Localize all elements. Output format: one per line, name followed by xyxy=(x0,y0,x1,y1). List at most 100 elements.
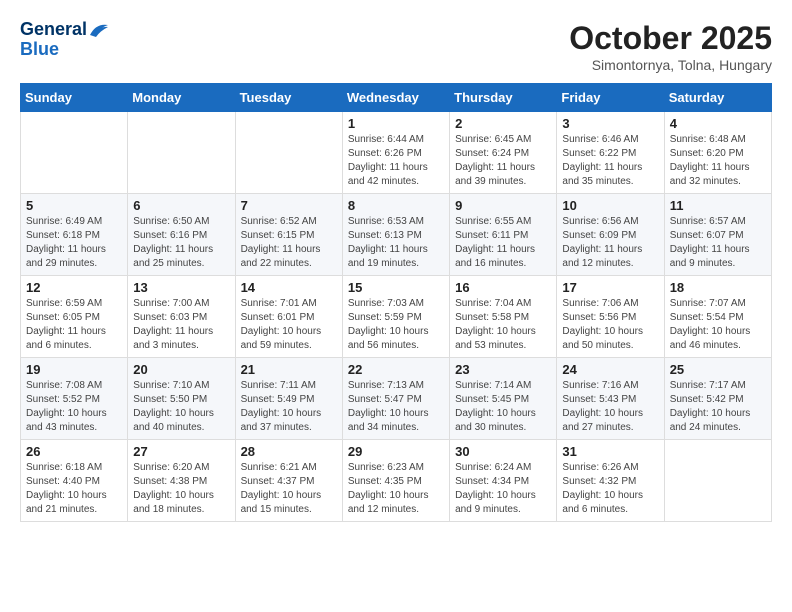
day-number: 9 xyxy=(455,198,551,213)
day-info: Sunrise: 6:26 AM Sunset: 4:32 PM Dayligh… xyxy=(562,461,658,517)
day-info: Sunrise: 7:10 AM Sunset: 5:50 PM Dayligh… xyxy=(133,379,229,435)
weekday-header-row: SundayMondayTuesdayWednesdayThursdayFrid… xyxy=(21,84,772,112)
day-info: Sunrise: 7:08 AM Sunset: 5:52 PM Dayligh… xyxy=(26,379,122,435)
day-cell: 27 Sunrise: 6:20 AM Sunset: 4:38 PM Dayli… xyxy=(128,440,235,522)
day-info: Sunrise: 7:03 AM Sunset: 5:59 PM Dayligh… xyxy=(348,297,444,353)
day-number: 29 xyxy=(348,444,444,459)
day-number: 4 xyxy=(670,116,766,131)
day-cell: 5 Sunrise: 6:49 AM Sunset: 6:18 PM Daylig… xyxy=(21,194,128,276)
week-row-4: 19 Sunrise: 7:08 AM Sunset: 5:52 PM Dayli… xyxy=(21,358,772,440)
day-info: Sunrise: 6:44 AM Sunset: 6:26 PM Dayligh… xyxy=(348,133,444,189)
day-cell: 19 Sunrise: 7:08 AM Sunset: 5:52 PM Dayli… xyxy=(21,358,128,440)
day-number: 17 xyxy=(562,280,658,295)
day-info: Sunrise: 6:53 AM Sunset: 6:13 PM Dayligh… xyxy=(348,215,444,271)
day-cell: 6Sunrise: 6:50 AM Sunset: 6:16 PM Daylig… xyxy=(128,194,235,276)
day-number: 28 xyxy=(241,444,337,459)
day-cell: 30 Sunrise: 6:24 AM Sunset: 4:34 PM Dayli… xyxy=(450,440,557,522)
day-number: 1 xyxy=(348,116,444,131)
day-info: Sunrise: 7:13 AM Sunset: 5:47 PM Dayligh… xyxy=(348,379,444,435)
day-info: Sunrise: 7:06 AM Sunset: 5:56 PM Dayligh… xyxy=(562,297,658,353)
day-number: 2 xyxy=(455,116,551,131)
day-number: 3 xyxy=(562,116,658,131)
day-number: 22 xyxy=(348,362,444,377)
weekday-header-sunday: Sunday xyxy=(21,84,128,112)
day-number: 16 xyxy=(455,280,551,295)
day-info: Sunrise: 7:16 AM Sunset: 5:43 PM Dayligh… xyxy=(562,379,658,435)
day-info: Sunrise: 6:52 AM Sunset: 6:15 PM Dayligh… xyxy=(241,215,337,271)
weekday-header-monday: Monday xyxy=(128,84,235,112)
day-cell: 18 Sunrise: 7:07 AM Sunset: 5:54 PM Dayli… xyxy=(664,276,771,358)
week-row-2: 5 Sunrise: 6:49 AM Sunset: 6:18 PM Daylig… xyxy=(21,194,772,276)
day-cell: 15 Sunrise: 7:03 AM Sunset: 5:59 PM Dayli… xyxy=(342,276,449,358)
day-cell: 24 Sunrise: 7:16 AM Sunset: 5:43 PM Dayli… xyxy=(557,358,664,440)
day-cell: 10Sunrise: 6:56 AM Sunset: 6:09 PM Dayli… xyxy=(557,194,664,276)
week-row-5: 26Sunrise: 6:18 AM Sunset: 4:40 PM Dayli… xyxy=(21,440,772,522)
title-block: October 2025 Simontornya, Tolna, Hungary xyxy=(569,20,772,73)
day-number: 8 xyxy=(348,198,444,213)
day-cell: 4 Sunrise: 6:48 AM Sunset: 6:20 PM Daylig… xyxy=(664,112,771,194)
weekday-header-saturday: Saturday xyxy=(664,84,771,112)
day-cell xyxy=(128,112,235,194)
location-text: Simontornya, Tolna, Hungary xyxy=(569,57,772,73)
day-info: Sunrise: 6:55 AM Sunset: 6:11 PM Dayligh… xyxy=(455,215,551,271)
logo: General Blue xyxy=(20,20,111,60)
day-number: 5 xyxy=(26,198,122,213)
day-info: Sunrise: 7:04 AM Sunset: 5:58 PM Dayligh… xyxy=(455,297,551,353)
day-number: 21 xyxy=(241,362,337,377)
day-cell: 20 Sunrise: 7:10 AM Sunset: 5:50 PM Dayli… xyxy=(128,358,235,440)
day-info: Sunrise: 7:17 AM Sunset: 5:42 PM Dayligh… xyxy=(670,379,766,435)
day-number: 13 xyxy=(133,280,229,295)
day-info: Sunrise: 7:01 AM Sunset: 6:01 PM Dayligh… xyxy=(241,297,337,353)
day-info: Sunrise: 7:11 AM Sunset: 5:49 PM Dayligh… xyxy=(241,379,337,435)
day-cell xyxy=(664,440,771,522)
day-cell: 22 Sunrise: 7:13 AM Sunset: 5:47 PM Dayli… xyxy=(342,358,449,440)
day-number: 31 xyxy=(562,444,658,459)
day-number: 18 xyxy=(670,280,766,295)
weekday-header-friday: Friday xyxy=(557,84,664,112)
page-header: General Blue October 2025 Simontornya, T… xyxy=(20,20,772,73)
day-number: 27 xyxy=(133,444,229,459)
day-cell xyxy=(21,112,128,194)
day-info: Sunrise: 6:56 AM Sunset: 6:09 PM Dayligh… xyxy=(562,215,658,271)
day-number: 11 xyxy=(670,198,766,213)
month-title: October 2025 xyxy=(569,20,772,57)
day-cell: 7Sunrise: 6:52 AM Sunset: 6:15 PM Daylig… xyxy=(235,194,342,276)
day-info: Sunrise: 6:45 AM Sunset: 6:24 PM Dayligh… xyxy=(455,133,551,189)
logo-blue-text: Blue xyxy=(20,40,111,60)
day-info: Sunrise: 6:20 AM Sunset: 4:38 PM Dayligh… xyxy=(133,461,229,517)
day-cell: 25 Sunrise: 7:17 AM Sunset: 5:42 PM Dayli… xyxy=(664,358,771,440)
day-number: 24 xyxy=(562,362,658,377)
day-number: 25 xyxy=(670,362,766,377)
day-info: Sunrise: 6:48 AM Sunset: 6:20 PM Dayligh… xyxy=(670,133,766,189)
day-info: Sunrise: 7:00 AM Sunset: 6:03 PM Dayligh… xyxy=(133,297,229,353)
day-info: Sunrise: 6:18 AM Sunset: 4:40 PM Dayligh… xyxy=(26,461,122,517)
day-info: Sunrise: 6:46 AM Sunset: 6:22 PM Dayligh… xyxy=(562,133,658,189)
day-info: Sunrise: 6:24 AM Sunset: 4:34 PM Dayligh… xyxy=(455,461,551,517)
day-number: 15 xyxy=(348,280,444,295)
day-number: 30 xyxy=(455,444,551,459)
day-number: 23 xyxy=(455,362,551,377)
day-cell: 13 Sunrise: 7:00 AM Sunset: 6:03 PM Dayli… xyxy=(128,276,235,358)
day-info: Sunrise: 6:23 AM Sunset: 4:35 PM Dayligh… xyxy=(348,461,444,517)
day-number: 14 xyxy=(241,280,337,295)
day-cell: 21 Sunrise: 7:11 AM Sunset: 5:49 PM Dayli… xyxy=(235,358,342,440)
day-number: 20 xyxy=(133,362,229,377)
day-cell: 12Sunrise: 6:59 AM Sunset: 6:05 PM Dayli… xyxy=(21,276,128,358)
day-cell: 28 Sunrise: 6:21 AM Sunset: 4:37 PM Dayli… xyxy=(235,440,342,522)
day-cell: 9 Sunrise: 6:55 AM Sunset: 6:11 PM Daylig… xyxy=(450,194,557,276)
day-cell: 26Sunrise: 6:18 AM Sunset: 4:40 PM Dayli… xyxy=(21,440,128,522)
day-cell: 8 Sunrise: 6:53 AM Sunset: 6:13 PM Daylig… xyxy=(342,194,449,276)
week-row-3: 12Sunrise: 6:59 AM Sunset: 6:05 PM Dayli… xyxy=(21,276,772,358)
day-cell: 16 Sunrise: 7:04 AM Sunset: 5:58 PM Dayli… xyxy=(450,276,557,358)
logo-bird-icon xyxy=(88,21,110,39)
logo-text: General xyxy=(20,20,111,40)
day-number: 19 xyxy=(26,362,122,377)
day-info: Sunrise: 7:07 AM Sunset: 5:54 PM Dayligh… xyxy=(670,297,766,353)
day-info: Sunrise: 6:50 AM Sunset: 6:16 PM Dayligh… xyxy=(133,215,229,271)
day-info: Sunrise: 6:49 AM Sunset: 6:18 PM Dayligh… xyxy=(26,215,122,271)
day-cell: 11Sunrise: 6:57 AM Sunset: 6:07 PM Dayli… xyxy=(664,194,771,276)
calendar-table: SundayMondayTuesdayWednesdayThursdayFrid… xyxy=(20,83,772,522)
weekday-header-tuesday: Tuesday xyxy=(235,84,342,112)
day-cell: 14 Sunrise: 7:01 AM Sunset: 6:01 PM Dayli… xyxy=(235,276,342,358)
day-info: Sunrise: 6:21 AM Sunset: 4:37 PM Dayligh… xyxy=(241,461,337,517)
